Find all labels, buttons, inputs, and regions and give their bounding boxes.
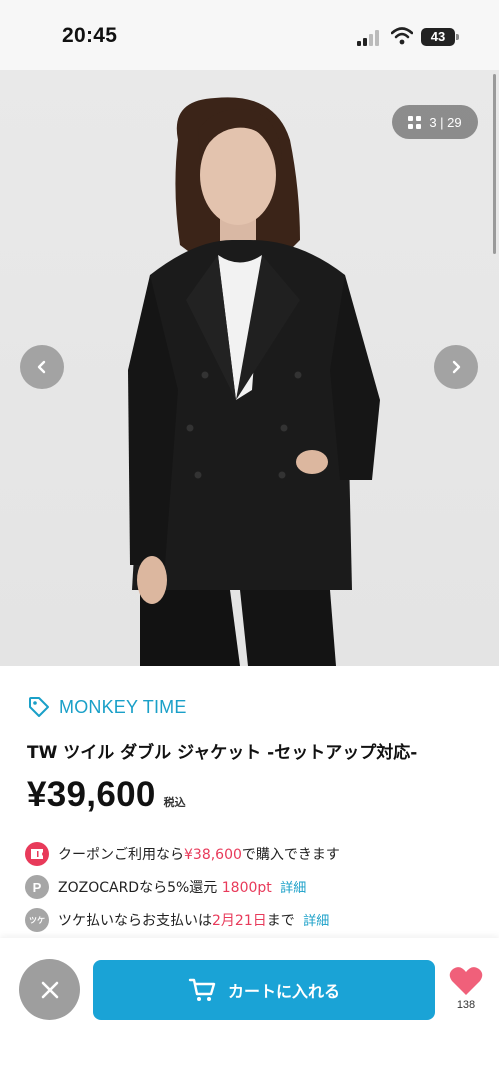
- image-counter-text: 3 | 29: [429, 114, 462, 130]
- previous-image-button[interactable]: [20, 345, 64, 389]
- coupon-suffix: で購入できます: [241, 847, 340, 863]
- image-counter[interactable]: 3 | 29: [392, 105, 478, 139]
- close-button[interactable]: [19, 959, 80, 1020]
- coupon-icon: [25, 842, 49, 866]
- points-icon: P: [25, 875, 49, 899]
- coupon-prefix: クーポンご利用なら: [58, 847, 184, 863]
- zozocard-text: ZOZOCARDなら5%還元: [58, 880, 218, 896]
- grid-icon: [408, 115, 422, 129]
- product-price: ¥39,600: [27, 775, 156, 814]
- battery-icon: 43: [421, 28, 455, 46]
- heart-icon: [449, 967, 483, 995]
- product-title: TW ツイル ダブル ジャケット -セットアップ対応-: [27, 743, 418, 763]
- tsuke-detail-link[interactable]: 詳細: [303, 914, 329, 929]
- brand-name: MONKEY TIME: [59, 696, 187, 717]
- cart-icon: [188, 978, 216, 1001]
- scroll-indicator[interactable]: [493, 74, 496, 254]
- signal-icon: [357, 30, 379, 46]
- chevron-left-icon: [37, 360, 46, 374]
- favorite-count: 138: [456, 999, 476, 1011]
- tsuke-icon: ツケ: [25, 908, 49, 932]
- status-bar: 20:45 43: [0, 0, 499, 70]
- tsuke-prefix: ツケ払いならお支払いは: [58, 913, 212, 929]
- tsuke-benefit: ツケ ツケ払いならお支払いは2月21日まで 詳細: [25, 908, 329, 932]
- battery-cap: [456, 34, 459, 40]
- wifi-icon: [391, 27, 413, 45]
- chevron-right-icon: [452, 360, 461, 374]
- tax-label: 税込: [163, 796, 186, 809]
- coupon-benefit[interactable]: クーポンご利用なら¥38,600で購入できます: [25, 842, 340, 866]
- zozocard-points: 1800pt: [221, 880, 272, 896]
- zozocard-benefit: P ZOZOCARDなら5%還元 1800pt 詳細: [25, 875, 306, 899]
- close-icon: [41, 981, 58, 998]
- add-to-cart-label: カートに入れる: [227, 982, 340, 1001]
- tag-icon: [29, 697, 49, 717]
- price-row: ¥39,600 税込: [27, 775, 186, 815]
- next-image-button[interactable]: [434, 345, 478, 389]
- tsuke-date: 2月21日: [212, 913, 267, 929]
- tsuke-suffix: まで: [266, 913, 295, 929]
- add-to-cart-button[interactable]: カートに入れる: [93, 960, 435, 1020]
- model-photo: [128, 97, 380, 666]
- bottom-action-bar: カートに入れる 138: [0, 938, 499, 1080]
- zozocard-detail-link[interactable]: 詳細: [280, 881, 306, 896]
- product-image[interactable]: 3 | 29: [0, 70, 499, 666]
- favorite-button[interactable]: 138: [447, 966, 485, 1011]
- coupon-price: ¥38,600: [184, 847, 242, 863]
- brand-link[interactable]: MONKEY TIME: [27, 695, 187, 719]
- status-time: 20:45: [62, 24, 118, 47]
